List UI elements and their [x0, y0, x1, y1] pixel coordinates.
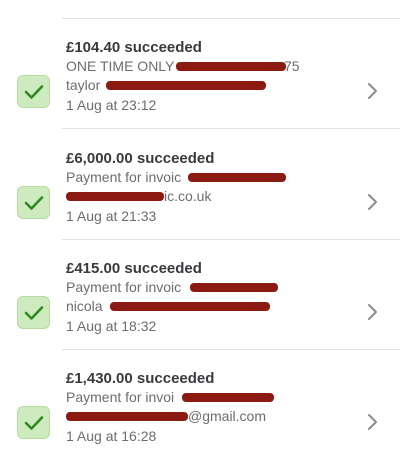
description-text: Payment for invoic: [66, 169, 182, 185]
chevron-right-icon: [368, 194, 377, 210]
redaction-mark: [188, 173, 286, 182]
customer-suffix: @gmail.com: [188, 408, 267, 424]
payment-description: Payment for invoic: [66, 278, 340, 297]
payment-amount-status: £6,000.00 succeeded: [66, 150, 215, 167]
redaction-mark: [106, 81, 266, 90]
payment-description: ONE TIME ONLY 75: [66, 57, 340, 76]
redaction-mark: [110, 302, 270, 311]
payment-row[interactable]: £415.00 succeeded Payment for invoic nic…: [0, 240, 400, 350]
checkmark-icon: [17, 296, 50, 329]
payment-customer: taylor: [66, 76, 340, 95]
payment-amount-status: £415.00 succeeded: [66, 260, 202, 277]
payment-time: 1 Aug at 16:28: [66, 428, 157, 444]
description-text: Payment for invoic: [66, 279, 182, 295]
redaction-mark: [66, 192, 164, 201]
customer-suffix: ic.co.uk: [164, 188, 212, 204]
payment-time: 1 Aug at 21:33: [66, 208, 157, 224]
customer-text: taylor: [66, 77, 101, 93]
description-suffix: 75: [284, 58, 300, 74]
payment-customer: nicola: [66, 297, 340, 316]
chevron-right-icon: [368, 83, 377, 99]
payment-customer: ic.co.uk: [66, 187, 340, 206]
payment-description: Payment for invoi: [66, 388, 340, 407]
payment-time: 1 Aug at 18:32: [66, 318, 157, 334]
payment-amount-status: £1,430.00 succeeded: [66, 370, 215, 387]
redaction-mark: [66, 412, 188, 421]
checkmark-icon: [17, 186, 50, 219]
checkmark-icon: [17, 406, 50, 439]
payment-row[interactable]: £104.40 succeeded ONE TIME ONLY 75 taylo…: [0, 19, 400, 129]
payment-amount-status: £104.40 succeeded: [66, 39, 202, 56]
payment-customer: @gmail.com: [66, 407, 340, 426]
payment-row[interactable]: £6,000.00 succeeded Payment for invoic i…: [0, 130, 400, 240]
payment-row[interactable]: £1,430.00 succeeded Payment for invoi @g…: [0, 350, 400, 460]
description-text: ONE TIME ONLY: [66, 58, 175, 74]
redaction-mark: [176, 62, 286, 71]
chevron-right-icon: [368, 414, 377, 430]
redaction-mark: [182, 393, 274, 402]
payment-time: 1 Aug at 23:12: [66, 97, 157, 113]
row-divider: [62, 128, 400, 129]
description-text: Payment for invoi: [66, 389, 175, 405]
redaction-mark: [190, 283, 278, 292]
payment-description: Payment for invoic: [66, 168, 340, 187]
checkmark-icon: [17, 75, 50, 108]
chevron-right-icon: [368, 304, 377, 320]
customer-text: nicola: [66, 298, 103, 314]
